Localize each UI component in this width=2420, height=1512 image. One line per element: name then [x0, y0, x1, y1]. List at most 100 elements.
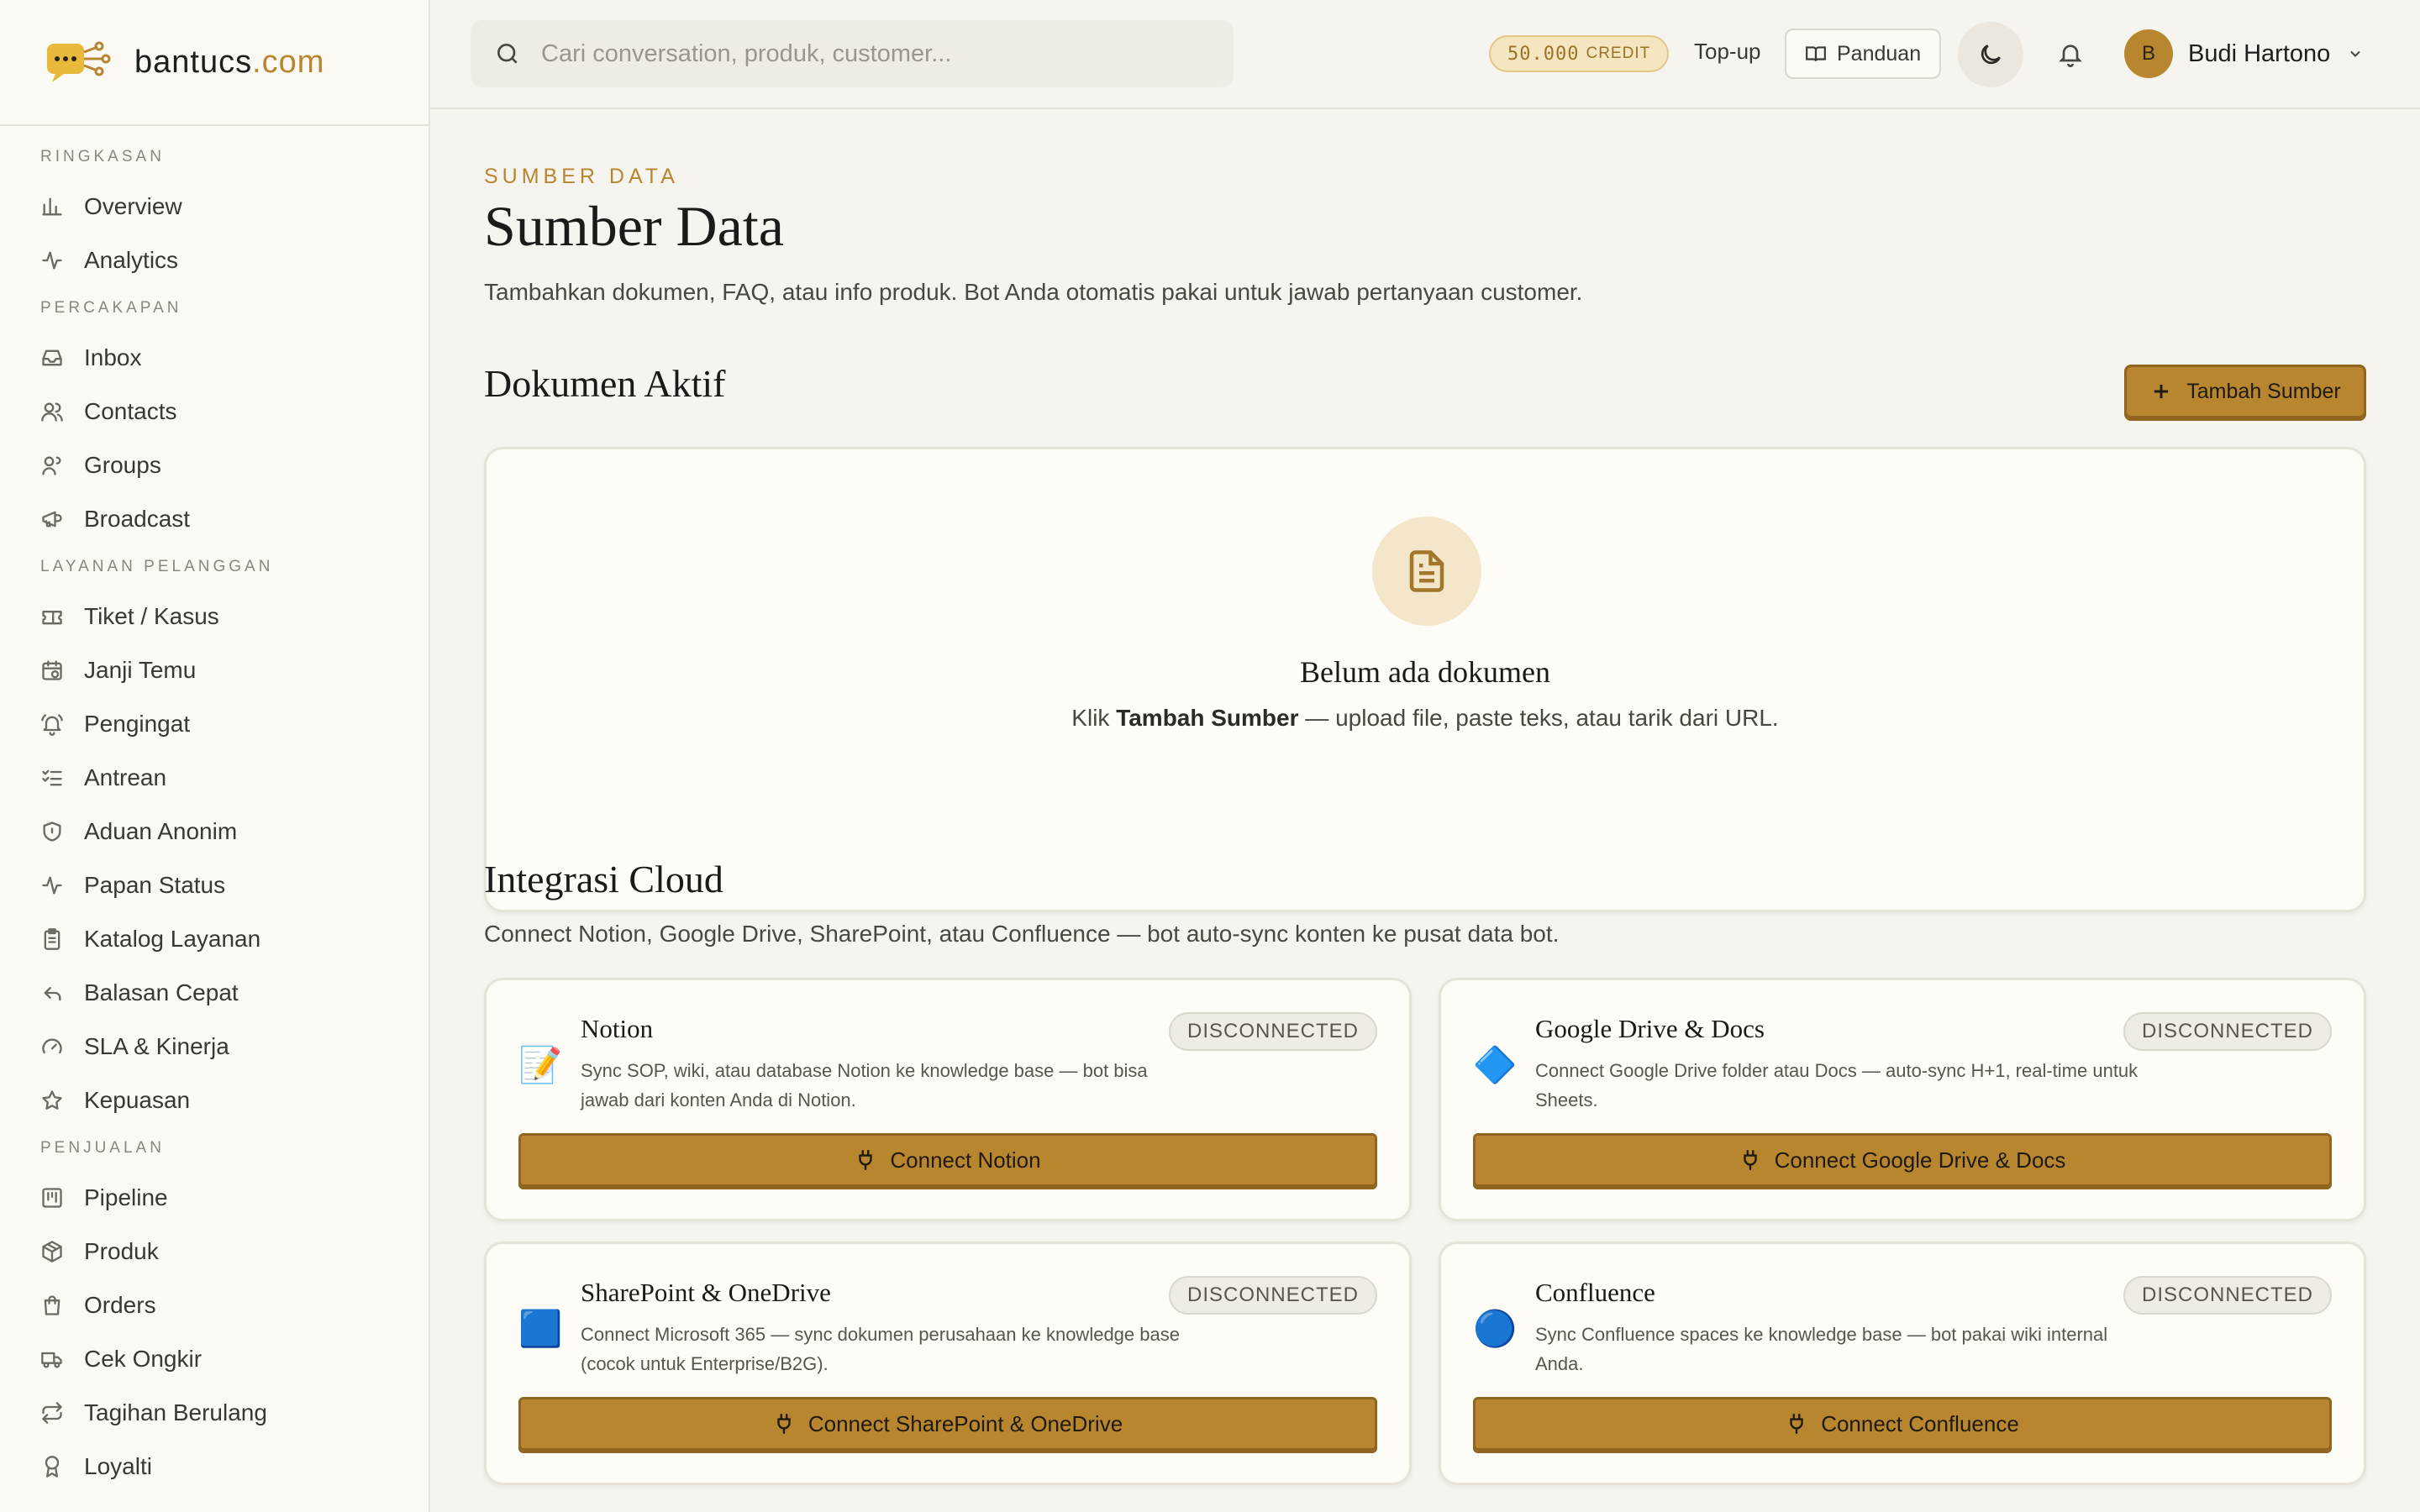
sidebar-item-katalog-layanan[interactable]: Katalog Layanan: [0, 912, 429, 966]
status-badge: DISCONNECTED: [1168, 1012, 1377, 1051]
sidebar-item-inbox[interactable]: Inbox: [0, 331, 429, 385]
moon-icon: [1981, 45, 2001, 65]
theme-toggle-button[interactable]: [1958, 22, 2023, 87]
sidebar-item-loyalti[interactable]: Loyalti: [0, 1440, 429, 1494]
plus-icon: [2154, 384, 2169, 399]
plug-icon: [1743, 1149, 1757, 1171]
cloud-integration-title: Integrasi Cloud: [484, 858, 723, 900]
sidebar-item-tiket-kasus[interactable]: Tiket / Kasus: [0, 590, 429, 643]
list-checks-icon: [42, 769, 62, 786]
topup-link[interactable]: Top-up: [1694, 39, 1761, 65]
empty-description: Klik Tambah Sumber — upload file, paste …: [487, 705, 2364, 732]
brand[interactable]: bantucs.com: [0, 0, 429, 126]
avatar: B: [2124, 29, 2173, 78]
sidebar-item-balasan-cepat[interactable]: Balasan Cepat: [0, 966, 429, 1020]
topbar: 50.000 CREDIT Top-up Panduan B Budi Hart…: [430, 0, 2420, 109]
empty-title: Belum ada dokumen: [1300, 655, 1550, 689]
add-source-button[interactable]: Tambah Sumber: [2124, 365, 2366, 418]
brand-name: bantucs.com: [134, 44, 325, 80]
sidebar-item-label: Katalog Layanan: [84, 926, 261, 952]
plug-icon: [777, 1413, 791, 1435]
nav-section-label: PERCAKAPAN: [40, 299, 182, 317]
sidebar: bantucs.com RINGKASAN Overview Analytics PE…: [0, 0, 430, 1512]
sidebar-item-label: Contacts: [84, 398, 177, 424]
integration-card-google-drive-docs: 🔷 Google Drive & Docs Connect Google Dri…: [1439, 978, 2366, 1221]
sidebar-item-label: Pengingat: [84, 711, 191, 737]
connect-button[interactable]: Connect Confluence: [1473, 1397, 2332, 1451]
sidebar-item-label: Produk: [84, 1238, 159, 1264]
integration-logo-icon: 🔵: [1473, 1309, 1518, 1348]
integration-title: Google Drive & Docs: [1535, 1014, 1765, 1043]
status-badge: DISCONNECTED: [2123, 1012, 2332, 1051]
sidebar-item-label: SLA & Kinerja: [84, 1033, 229, 1059]
reply-icon: [44, 987, 61, 1001]
sidebar-item-produk[interactable]: Produk: [0, 1225, 429, 1278]
sidebar-item-cek-ongkir[interactable]: Cek Ongkir: [0, 1332, 429, 1386]
sidebar-item-pipeline[interactable]: Pipeline: [0, 1171, 429, 1225]
page-title: Sumber Data: [484, 194, 784, 258]
award-icon: [45, 1456, 60, 1478]
integration-logo-icon: 📝: [518, 1045, 563, 1084]
logo-icon: [47, 41, 111, 82]
book-open-icon: [1806, 46, 1826, 61]
user-menu[interactable]: B Budi Hartono: [2124, 29, 2364, 79]
connect-button[interactable]: Connect SharePoint & OneDrive: [518, 1397, 1377, 1451]
sidebar-item-papan-status[interactable]: Papan Status: [0, 858, 429, 912]
sidebar-item-aduan-anonim[interactable]: Aduan Anonim: [0, 805, 429, 858]
connect-button[interactable]: Connect Google Drive & Docs: [1473, 1133, 2332, 1187]
status-badge: DISCONNECTED: [1168, 1276, 1377, 1315]
sidebar-item-label: Papan Status: [84, 872, 226, 898]
sidebar-item-analytics[interactable]: Analytics: [0, 234, 429, 287]
nav-section-label: LAYANAN PELANGGAN: [40, 558, 274, 575]
sidebar-item-janji-temu[interactable]: Janji Temu: [0, 643, 429, 697]
status-badge: DISCONNECTED: [2123, 1276, 2332, 1315]
integration-description: Connect Google Drive folder atau Docs — …: [1535, 1060, 2139, 1110]
gauge-icon: [42, 1038, 62, 1054]
shield-icon: [43, 822, 61, 842]
shopping-bag-icon: [44, 1295, 60, 1315]
sidebar-item-label: Tagihan Berulang: [84, 1399, 267, 1425]
page-eyebrow: SUMBER DATA: [484, 165, 679, 188]
activity-icon: [42, 251, 62, 270]
integration-description: Connect Microsoft 365 — sync dokumen per…: [581, 1324, 1180, 1374]
empty-icon-circle: [1372, 517, 1481, 626]
guide-button[interactable]: Panduan: [1785, 29, 1942, 79]
search-bar[interactable]: [471, 20, 1234, 87]
clipboard-icon: [44, 928, 60, 950]
sidebar-item-label: Pipeline: [84, 1184, 168, 1210]
empty-suffix: — upload file, paste teks, atau tarik da…: [1305, 705, 1779, 731]
integration-description: Sync Confluence spaces ke knowledge base…: [1535, 1324, 2108, 1374]
sidebar-item-pengingat[interactable]: Pengingat: [0, 697, 429, 751]
search-input[interactable]: [541, 39, 1213, 68]
add-source-label: Tambah Sumber: [2186, 379, 2341, 403]
connect-button-label: Connect SharePoint & OneDrive: [808, 1410, 1123, 1436]
integration-title: SharePoint & OneDrive: [581, 1278, 831, 1307]
connect-button[interactable]: Connect Notion: [518, 1133, 1377, 1187]
package-icon: [42, 1241, 62, 1263]
user-group-icon: [42, 456, 61, 475]
sidebar-item-antrean[interactable]: Antrean: [0, 751, 429, 805]
user-name: Budi Hartono: [2188, 39, 2331, 67]
connect-button-label: Connect Google Drive & Docs: [1774, 1147, 2066, 1173]
sidebar-item-sla-kinerja[interactable]: SLA & Kinerja: [0, 1020, 429, 1074]
sidebar-item-label: Antrean: [84, 764, 167, 790]
integration-title: Confluence: [1535, 1278, 1655, 1307]
integration-card-notion: 📝 Notion Sync SOP, wiki, atau database N…: [484, 978, 1412, 1221]
sidebar-item-broadcast[interactable]: Broadcast: [0, 492, 429, 546]
sidebar-item-tagihan-berulang[interactable]: Tagihan Berulang: [0, 1386, 429, 1440]
notifications-button[interactable]: [2052, 35, 2089, 72]
sidebar-item-kepuasan[interactable]: Kepuasan: [0, 1074, 429, 1127]
sidebar-item-label: Groups: [84, 452, 161, 478]
sidebar-item-contacts[interactable]: Contacts: [0, 385, 429, 438]
sidebar-item-groups[interactable]: Groups: [0, 438, 429, 492]
ticket-icon: [42, 611, 62, 625]
sidebar-item-label: Orders: [84, 1292, 156, 1318]
sidebar-item-overview[interactable]: Overview: [0, 180, 429, 234]
file-text-icon: [1409, 550, 1444, 592]
sidebar-item-orders[interactable]: Orders: [0, 1278, 429, 1332]
sidebar-item-label: Analytics: [84, 247, 179, 273]
plug-icon: [1790, 1413, 1803, 1435]
sidebar-item-label: Balasan Cepat: [84, 979, 239, 1005]
users-icon: [41, 402, 63, 422]
integration-card-sharepoint-onedrive: 🟦 SharePoint & OneDrive Connect Microsof…: [484, 1242, 1412, 1485]
